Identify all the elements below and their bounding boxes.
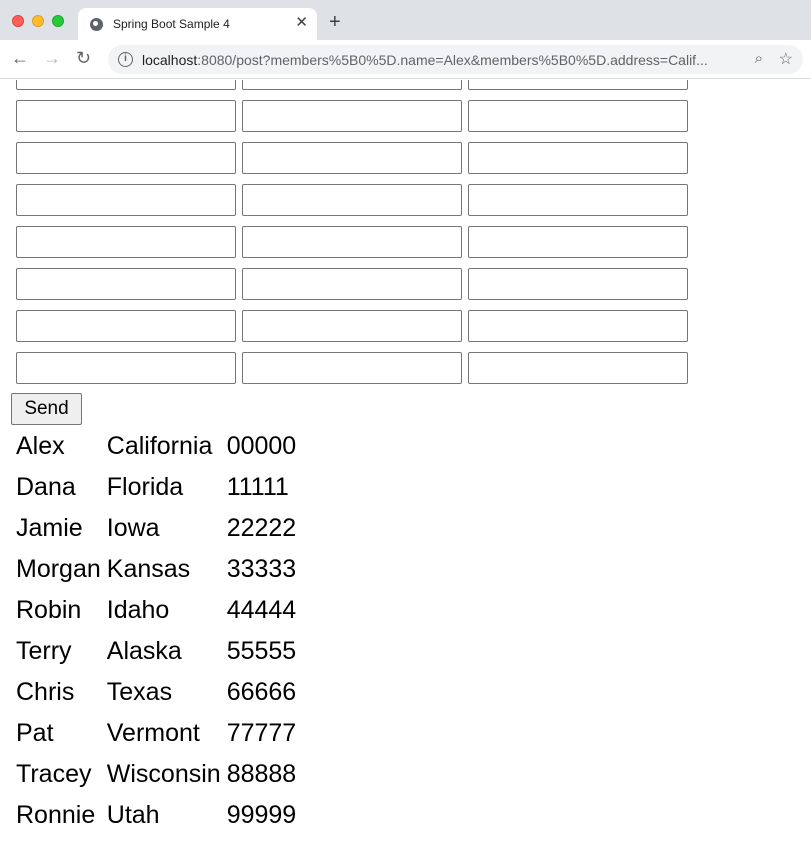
zip-input[interactable] bbox=[468, 268, 688, 300]
table-row: Pat Vermont 77777 bbox=[13, 713, 299, 754]
globe-icon bbox=[90, 18, 103, 31]
zip-input[interactable] bbox=[468, 184, 688, 216]
member-address: Iowa bbox=[106, 514, 160, 542]
member-zip: 88888 bbox=[226, 760, 297, 788]
address-bar[interactable]: i localhost:8080/post?members%5B0%5D.nam… bbox=[108, 45, 803, 74]
member-address: Texas bbox=[106, 678, 173, 706]
name-input[interactable] bbox=[16, 184, 236, 216]
send-button[interactable]: Send bbox=[11, 393, 82, 425]
address-input[interactable] bbox=[242, 310, 462, 342]
member-zip: 99999 bbox=[226, 801, 297, 829]
zip-input[interactable] bbox=[468, 352, 688, 384]
zip-input[interactable] bbox=[468, 100, 688, 132]
table-row: Ronnie Utah 99999 bbox=[13, 795, 299, 836]
table-row: Jamie Iowa 22222 bbox=[13, 508, 299, 549]
url-host: localhost bbox=[142, 52, 198, 68]
member-zip: 00000 bbox=[226, 432, 297, 460]
forward-arrow-icon[interactable]: → bbox=[43, 48, 61, 68]
member-address: Wisconsin bbox=[106, 760, 221, 788]
close-tab-icon[interactable]: ✕ bbox=[295, 15, 308, 31]
table-row: Chris Texas 66666 bbox=[13, 672, 299, 713]
table-row: Dana Florida 11111 bbox=[13, 467, 299, 508]
member-address: Florida bbox=[106, 473, 184, 501]
name-input[interactable] bbox=[16, 80, 236, 90]
input-row bbox=[16, 352, 694, 394]
address-input[interactable] bbox=[242, 142, 462, 174]
zip-input[interactable] bbox=[468, 80, 688, 90]
tab-title: Spring Boot Sample 4 bbox=[113, 17, 230, 31]
member-address: Utah bbox=[106, 801, 160, 829]
maximize-window-button[interactable] bbox=[52, 15, 64, 27]
page-content: Send Alex California 00000 Dana Florida … bbox=[0, 80, 811, 850]
table-row: Alex California 00000 bbox=[13, 426, 299, 467]
reload-icon[interactable]: ↻ bbox=[76, 48, 91, 68]
tab-bar: Spring Boot Sample 4 ✕ + bbox=[0, 0, 811, 40]
zip-input[interactable] bbox=[468, 310, 688, 342]
member-zip: 77777 bbox=[226, 719, 297, 747]
member-name: Alex bbox=[16, 432, 65, 460]
member-name: Jamie bbox=[16, 514, 83, 542]
member-address: Vermont bbox=[106, 719, 200, 747]
input-row bbox=[16, 268, 694, 310]
table-row: Robin Idaho 44444 bbox=[13, 590, 299, 631]
input-row bbox=[16, 142, 694, 184]
member-input-grid bbox=[16, 80, 694, 394]
member-address: Idaho bbox=[106, 596, 170, 624]
member-name: Tracey bbox=[16, 760, 92, 788]
member-name: Pat bbox=[16, 719, 54, 747]
input-row bbox=[16, 80, 694, 100]
member-zip: 11111 bbox=[226, 473, 289, 501]
member-zip: 66666 bbox=[226, 678, 297, 706]
new-tab-button[interactable]: + bbox=[329, 12, 341, 32]
minimize-window-button[interactable] bbox=[32, 15, 44, 27]
member-name: Ronnie bbox=[16, 801, 96, 829]
name-input[interactable] bbox=[16, 100, 236, 132]
name-input[interactable] bbox=[16, 310, 236, 342]
url-text[interactable]: localhost:8080/post?members%5B0%5D.name=… bbox=[142, 52, 732, 68]
table-row: Tracey Wisconsin 88888 bbox=[13, 754, 299, 795]
member-zip: 22222 bbox=[226, 514, 297, 542]
member-name: Morgan bbox=[16, 555, 101, 583]
input-row bbox=[16, 100, 694, 142]
info-icon[interactable]: i bbox=[118, 52, 133, 67]
table-row: Terry Alaska 55555 bbox=[13, 631, 299, 672]
address-input[interactable] bbox=[242, 184, 462, 216]
close-window-button[interactable] bbox=[12, 15, 24, 27]
address-input[interactable] bbox=[242, 80, 462, 90]
browser-tab[interactable]: Spring Boot Sample 4 ✕ bbox=[78, 8, 317, 40]
members-table: Alex California 00000 Dana Florida 11111… bbox=[13, 426, 299, 836]
member-address: Alaska bbox=[106, 637, 182, 665]
member-zip: 33333 bbox=[226, 555, 297, 583]
address-input[interactable] bbox=[242, 226, 462, 258]
url-path: :8080/post?members%5B0%5D.name=Alex&memb… bbox=[197, 52, 708, 68]
member-name: Dana bbox=[16, 473, 76, 501]
zip-input[interactable] bbox=[468, 226, 688, 258]
name-input[interactable] bbox=[16, 268, 236, 300]
member-name: Robin bbox=[16, 596, 82, 624]
address-input[interactable] bbox=[242, 100, 462, 132]
member-address: California bbox=[106, 432, 213, 460]
address-input[interactable] bbox=[242, 352, 462, 384]
browser-toolbar: ← → ↻ i localhost:8080/post?members%5B0%… bbox=[0, 40, 811, 79]
input-row bbox=[16, 226, 694, 268]
name-input[interactable] bbox=[16, 226, 236, 258]
member-address: Kansas bbox=[106, 555, 191, 583]
name-input[interactable] bbox=[16, 142, 236, 174]
member-name: Chris bbox=[16, 678, 75, 706]
input-row bbox=[16, 310, 694, 352]
table-row: Morgan Kansas 33333 bbox=[13, 549, 299, 590]
back-arrow-icon[interactable]: ← bbox=[11, 48, 29, 68]
zip-input[interactable] bbox=[468, 142, 688, 174]
zoom-icon[interactable]: ⌕ bbox=[755, 50, 763, 67]
member-name: Terry bbox=[16, 637, 72, 665]
bookmark-star-icon[interactable]: ☆ bbox=[779, 49, 793, 69]
member-zip: 44444 bbox=[226, 596, 297, 624]
address-input[interactable] bbox=[242, 268, 462, 300]
name-input[interactable] bbox=[16, 352, 236, 384]
member-zip: 55555 bbox=[226, 637, 297, 665]
input-row bbox=[16, 184, 694, 226]
